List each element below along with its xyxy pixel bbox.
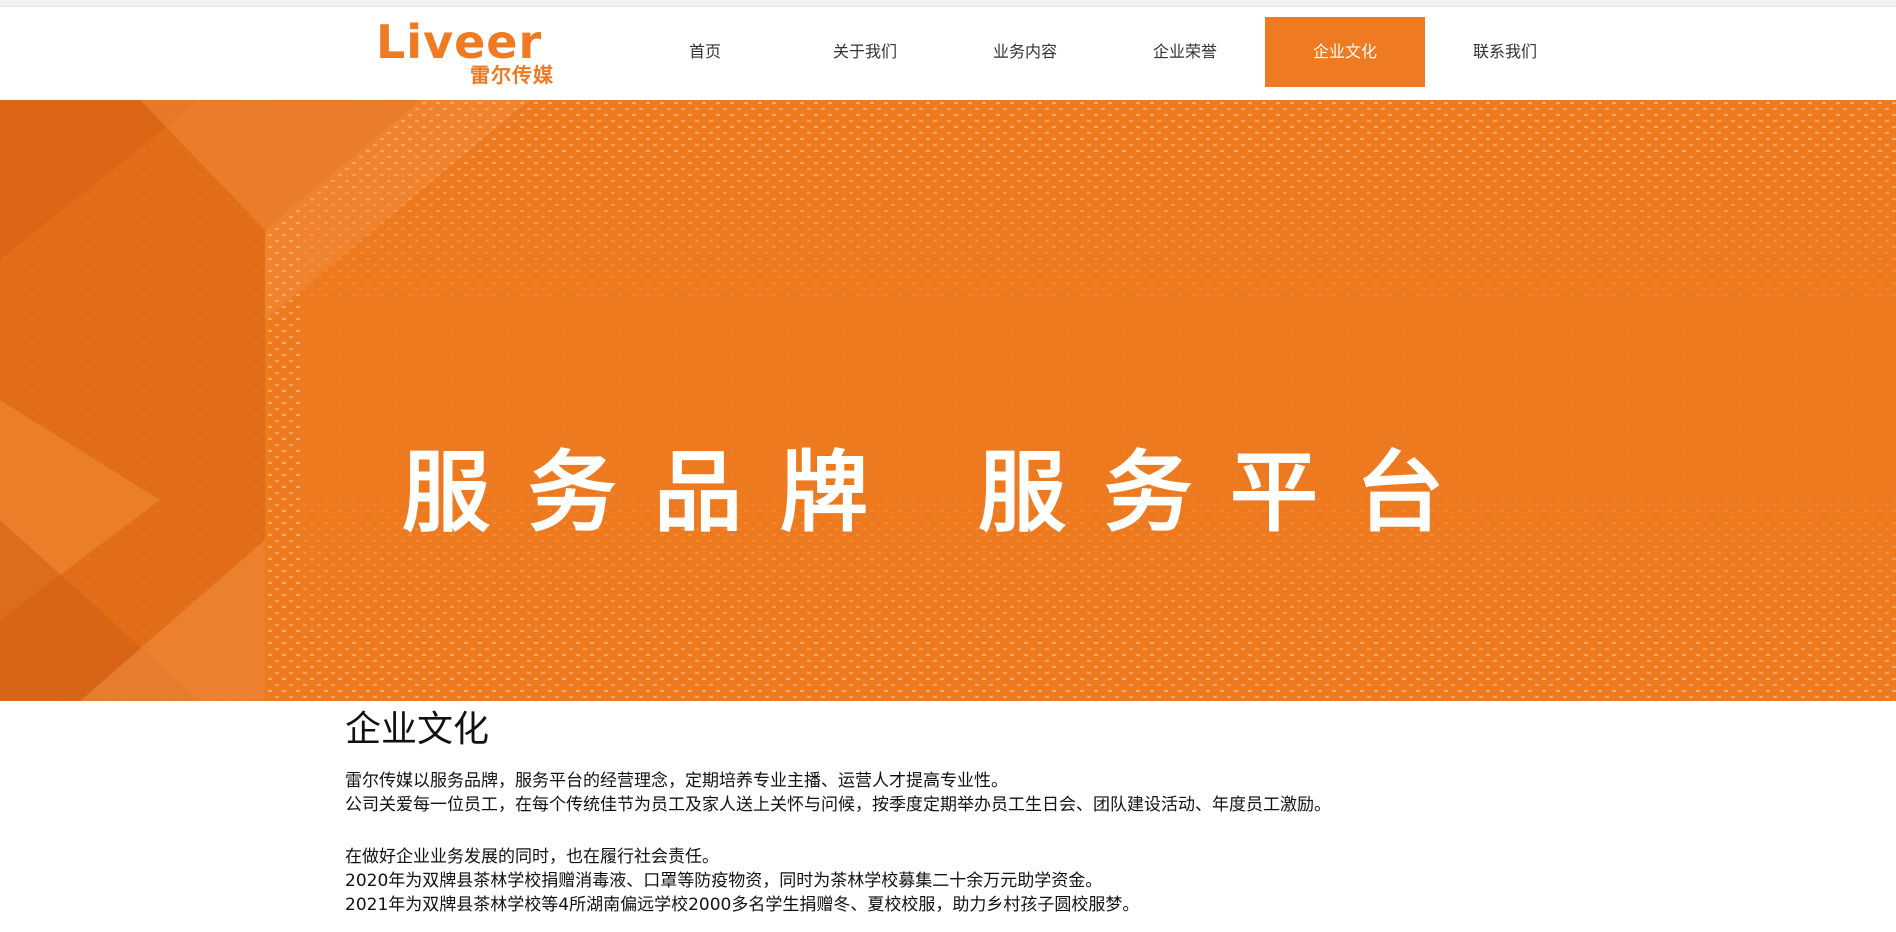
paragraph: 在做好企业业务发展的同时，也在履行社会责任。 [345,847,719,867]
paragraph: 2020年为双牌县茶林学校捐赠消毒液、口罩等防疫物资，同时为茶林学校募集二十余万… [345,871,1103,891]
nav-item-contact[interactable]: 联系我们 [1425,17,1585,87]
paragraph: 公司关爱每一位员工，在每个传统佳节为员工及家人送上关怀与问候，按季度定期举办员工… [345,795,1331,815]
nav-item-home[interactable]: 首页 [625,17,785,87]
logo-text-en: Liveer [376,15,543,69]
section-title: 企业文化 [345,709,490,750]
logo[interactable]: Liveer 雷尔传媒 [376,15,560,87]
logo-text-cn: 雷尔传媒 [470,63,554,87]
nav-item-culture[interactable]: 企业文化 [1265,17,1425,87]
top-border [0,0,1896,7]
nav-item-about[interactable]: 关于我们 [785,17,945,87]
nav-item-honors[interactable]: 企业荣誉 [1105,17,1265,87]
slogan-left: 服务品牌 [402,441,907,544]
banner-background [0,100,1896,701]
paragraph: 雷尔传媒以服务品牌，服务平台的经营理念，定期培养专业主播、运营人才提高专业性。 [345,771,1008,791]
paragraph: 2021年为双牌县茶林学校等4所湖南偏远学校2000多名学生捐赠冬、夏校校服，助… [345,895,1140,915]
site-header: Liveer 雷尔传媒 首页 关于我们 业务内容 企业荣誉 企业文化 联系我们 [0,7,1896,100]
hero-banner: 服务品牌 服务平台 [0,100,1896,701]
slogan-right: 服务平台 [978,441,1483,544]
nav-item-business[interactable]: 业务内容 [945,17,1105,87]
